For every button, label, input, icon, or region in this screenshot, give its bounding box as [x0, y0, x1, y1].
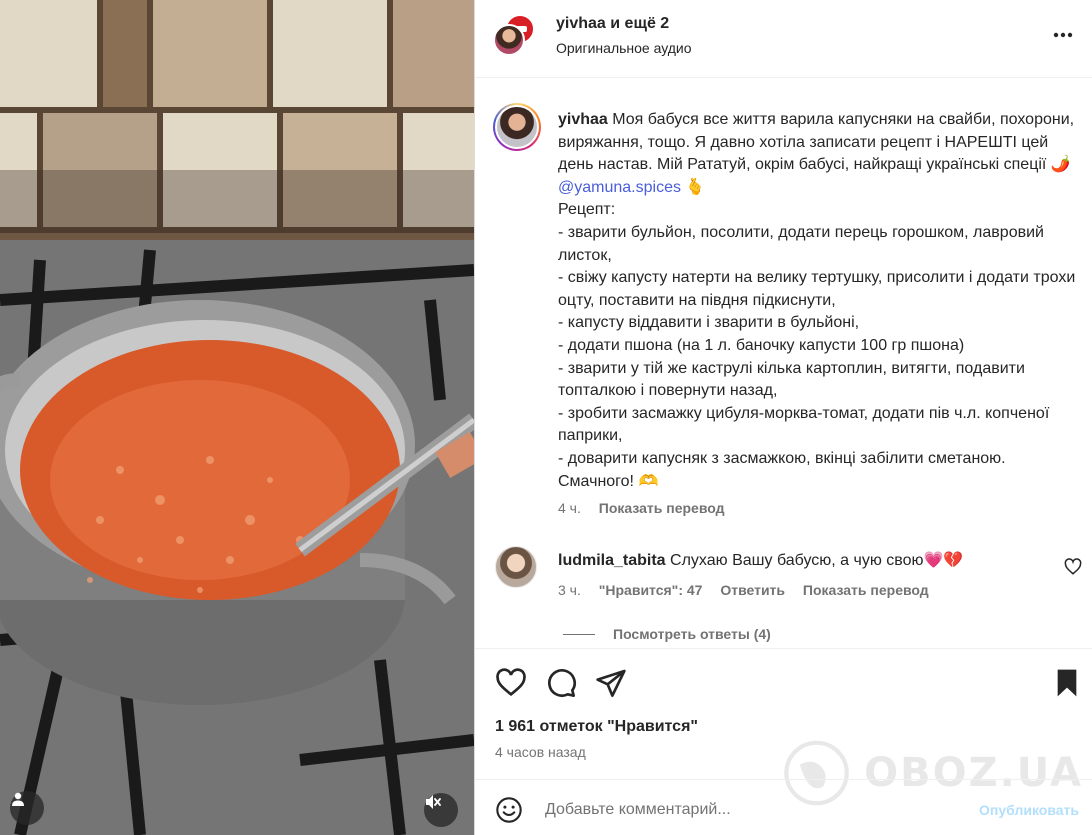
emoji-icon[interactable]	[495, 796, 523, 824]
comment-body: Слухаю Вашу бабусю, а чую свою💗💔	[670, 552, 964, 569]
comment-meta: 3 ч. "Нравится": 47 Ответить Показать пе…	[558, 582, 943, 598]
audio-link[interactable]: Оригинальное аудио	[556, 40, 692, 56]
comment-translate-link[interactable]: Показать перевод	[803, 582, 929, 598]
comment-heart-icon[interactable]	[1064, 558, 1082, 576]
action-bar	[475, 648, 1092, 716]
comment-time[interactable]: 3 ч.	[558, 582, 581, 598]
avatar	[493, 24, 525, 56]
caption-translate-link[interactable]: Показать перевод	[599, 500, 725, 516]
user-icon	[12, 792, 24, 806]
post-caption: yivhaa Моя бабуся все життя варила капус…	[558, 109, 1078, 493]
comment: ludmila_tabita Слухаю Вашу бабусю, а чую…	[558, 550, 963, 570]
caption-text-intro: Моя бабуся все життя варила капусняки на…	[558, 111, 1075, 174]
post-author[interactable]: yivhaa и ещё 2	[556, 15, 669, 33]
post-header: yivhaa и ещё 2 Оригинальное аудио	[475, 0, 1092, 78]
more-horizontal-icon	[1053, 32, 1073, 38]
caption-username[interactable]: yivhaa	[558, 111, 608, 128]
coauthors-label[interactable]: и ещё 2	[610, 15, 669, 32]
tagged-users-button[interactable]	[10, 791, 44, 825]
caption-meta: 4 ч. Показать перевод	[558, 500, 739, 516]
caption-line: - капусту віддавити і зварити в бульйоні…	[558, 314, 860, 332]
author-username[interactable]: yivhaa	[556, 15, 606, 32]
caption-line: Рецепт:	[558, 201, 616, 219]
comment-reply-button[interactable]: Ответить	[720, 582, 785, 598]
mute-button[interactable]	[424, 793, 458, 827]
coauthor-avatars[interactable]	[493, 14, 539, 60]
caption-time[interactable]: 4 ч.	[558, 500, 581, 516]
comment-icon[interactable]	[545, 667, 577, 699]
comment-author-avatar[interactable]	[495, 546, 537, 588]
comment-likes-count[interactable]: "Нравится": 47	[599, 582, 703, 598]
more-options-button[interactable]	[1051, 26, 1075, 44]
post-details-panel: yivhaa и ещё 2 Оригинальное аудио yivhaa…	[474, 0, 1092, 835]
mention-link[interactable]: @yamuna.spices	[558, 179, 681, 196]
caption-author-avatar[interactable]	[493, 103, 541, 151]
comment-username[interactable]: ludmila_tabita	[558, 552, 666, 569]
soup-pot-image	[0, 0, 474, 835]
post-timestamp[interactable]: 4 часов назад	[495, 744, 586, 760]
caption-line: - зробити засмажку цибуля-морква-томат, …	[558, 404, 1050, 445]
caption-line: - доварити капусняк з засмажкою, вкінці …	[558, 449, 1006, 490]
send-icon[interactable]	[595, 667, 627, 699]
comment-composer: Опубликовать	[475, 779, 1092, 835]
view-replies-button[interactable]: Посмотреть ответы (4)	[563, 626, 771, 642]
comment-input[interactable]	[545, 798, 945, 822]
caption-line: - зварити бульйон, посолити, додати пере…	[558, 223, 1044, 264]
caption-emoji: 🫰	[685, 178, 706, 196]
heart-icon[interactable]	[495, 667, 527, 699]
caption-line: - свіжу капусту натерти на велику тертуш…	[558, 269, 1076, 309]
bookmark-icon[interactable]	[1051, 667, 1083, 699]
post-media[interactable]	[0, 0, 474, 835]
view-replies-label: Посмотреть ответы (4)	[613, 626, 771, 642]
caption-line: - додати пшона (на 1 л. баночку капусти …	[558, 336, 965, 354]
caption-line: - зварити у тій же каструлі кілька карто…	[558, 359, 1025, 400]
publish-button[interactable]: Опубликовать	[979, 802, 1079, 818]
muted-speaker-icon	[426, 795, 441, 809]
divider	[563, 633, 595, 635]
likes-count[interactable]: 1 961 отметок "Нравится"	[495, 718, 698, 736]
